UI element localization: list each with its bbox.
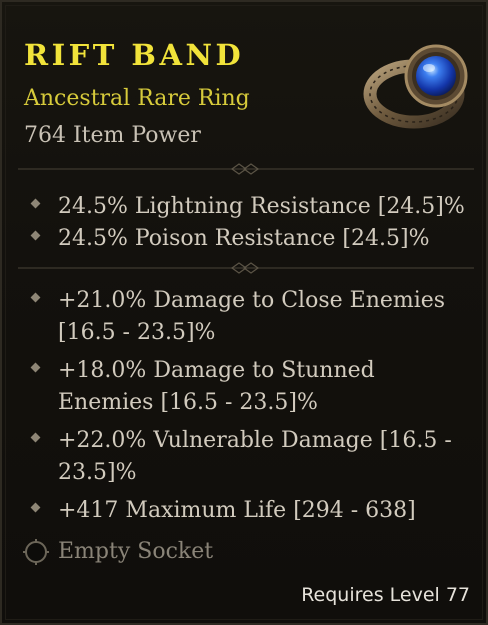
affix-item: 24.5% Poison Resistance [24.5]% (28, 223, 465, 255)
diamond-bullet-icon (30, 198, 41, 209)
affix-item: +22.0% Vulnerable Damage [16.5 - 23.5]% (28, 425, 458, 489)
implicit-affix-list: 24.5% Lightning Resistance [24.5]% 24.5%… (28, 191, 465, 255)
affix-text: 24.5% Poison Resistance [24.5]% (58, 226, 430, 251)
item-power: 764 Item Power (24, 123, 201, 148)
item-name: RIFT BAND (24, 38, 245, 72)
item-tooltip: RIFT BAND Ancestral Rare Ring 764 Item P… (0, 0, 488, 625)
affix-item: 24.5% Lightning Resistance [24.5]% (28, 191, 465, 223)
affix-text: +417 Maximum Life [294 - 638] (58, 498, 416, 523)
empty-socket-icon (23, 539, 49, 565)
divider (18, 262, 474, 274)
diamond-bullet-icon (30, 362, 41, 373)
affix-list: +21.0% Damage to Close Enemies [16.5 - 2… (28, 285, 458, 527)
affix-item: +18.0% Damage to Stunned Enemies [16.5 -… (28, 355, 458, 419)
diamond-bullet-icon (30, 432, 41, 443)
item-type: Ancestral Rare Ring (24, 86, 250, 111)
affix-text: +21.0% Damage to Close Enemies [16.5 - 2… (58, 288, 446, 345)
level-requirement: Requires Level 77 (301, 584, 470, 606)
ring-icon (363, 44, 468, 129)
diamond-bullet-icon (30, 502, 41, 513)
affix-text: +18.0% Damage to Stunned Enemies [16.5 -… (58, 358, 375, 415)
affix-item: +417 Maximum Life [294 - 638] (28, 495, 458, 527)
divider (18, 163, 474, 175)
affix-text: 24.5% Lightning Resistance [24.5]% (58, 194, 465, 219)
diamond-bullet-icon (30, 292, 41, 303)
diamond-bullet-icon (30, 230, 41, 241)
affix-text: +22.0% Vulnerable Damage [16.5 - 23.5]% (58, 428, 452, 485)
affix-item: +21.0% Damage to Close Enemies [16.5 - 2… (28, 285, 458, 349)
socket-label: Empty Socket (58, 539, 214, 564)
